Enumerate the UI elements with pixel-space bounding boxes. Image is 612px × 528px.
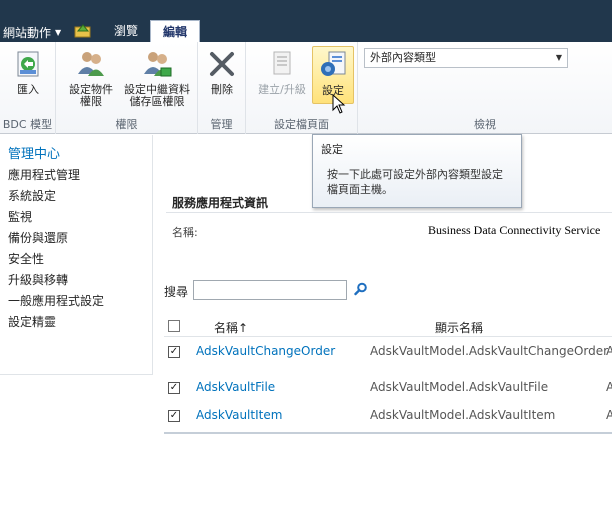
nav-item-backup-restore[interactable]: 備份與還原 <box>8 228 152 249</box>
mouse-cursor-icon <box>332 94 346 114</box>
create-upgrade-icon <box>273 51 291 75</box>
content-type-select-value: 外部內容類型 <box>370 51 436 64</box>
create-upgrade-button[interactable]: 建立/升級 <box>254 48 310 96</box>
row-display-name: AdskVaultModel.AdskVaultChangeOrder <box>370 344 609 358</box>
nav-item-general-app-settings[interactable]: 一般應用程式設定 <box>8 291 152 312</box>
row-display-name: AdskVaultModel.AdskVaultItem <box>370 408 556 422</box>
group-profile-pages: 建立/升級 設定 設定檔頁面 <box>246 42 358 134</box>
left-navigation: 管理中心 應用程式管理 系統設定 監視 備份與還原 安全性 升級與移轉 一般應用… <box>0 135 153 375</box>
group-manage: 刪除 管理 <box>198 42 246 134</box>
users-icon <box>78 52 104 76</box>
group-label-bdc-model: BDC 模型 <box>2 118 53 131</box>
group-label-view: 檢視 <box>474 118 496 131</box>
service-name-value: Business Data Connectivity Service <box>428 223 601 237</box>
nav-item-security[interactable]: 安全性 <box>8 249 152 270</box>
tab-browse-label: 瀏覽 <box>114 24 139 38</box>
row-extra: A <box>606 344 612 358</box>
divider <box>166 212 612 213</box>
group-bdc-model: 匯入 BDC 模型 <box>0 42 56 134</box>
service-name-label: 名稱: <box>172 226 198 239</box>
group-label-manage: 管理 <box>210 118 233 131</box>
row-name-link[interactable]: AdskVaultFile <box>196 380 275 394</box>
divider <box>164 336 612 337</box>
tab-browse[interactable]: 瀏覽 <box>102 21 150 42</box>
nav-item-upgrade-migration[interactable]: 升級與移轉 <box>8 270 152 291</box>
nav-item-config-wizards[interactable]: 設定精靈 <box>8 312 152 333</box>
row-checkbox[interactable]: ✓ <box>168 382 180 394</box>
delete-button[interactable]: 刪除 <box>204 48 240 96</box>
import-icon <box>17 51 39 77</box>
create-upgrade-label: 建立/升級 <box>258 83 306 96</box>
row-display-name: AdskVaultModel.AdskVaultFile <box>370 380 549 394</box>
group-label-profile-pages: 設定檔頁面 <box>274 118 329 131</box>
nav-item-application-management[interactable]: 應用程式管理 <box>8 165 152 186</box>
configure-icon <box>321 51 346 76</box>
service-info-title: 服務應用程式資訊 <box>172 196 269 210</box>
row-checkbox[interactable]: ✓ <box>168 346 180 358</box>
row-name-link[interactable]: AdskVaultChangeOrder <box>196 344 335 358</box>
nav-item-monitoring[interactable]: 監視 <box>8 207 152 228</box>
top-bar: 網站動作 ▼ 瀏覽 編輯 <box>0 0 612 42</box>
delete-label: 刪除 <box>211 83 233 96</box>
search-label: 搜尋 <box>164 285 189 299</box>
users-key-icon <box>144 52 172 77</box>
site-actions-menu[interactable]: 網站動作 ▼ <box>3 24 61 41</box>
configure-tooltip: 設定 按一下此處可設定外部內容類型設定檔頁面主機。 <box>312 134 522 208</box>
site-actions-label: 網站動作 <box>3 26 52 40</box>
set-object-permissions-label2: 權限 <box>80 95 102 108</box>
delete-icon <box>210 52 234 76</box>
set-object-permissions-button[interactable]: 設定物件 權限 <box>62 48 120 108</box>
import-button[interactable]: 匯入 <box>8 48 48 96</box>
navigate-up-icon[interactable] <box>74 22 92 38</box>
nav-item-system-settings[interactable]: 系統設定 <box>8 186 152 207</box>
group-label-permissions: 權限 <box>115 118 138 131</box>
set-metadata-store-permissions-label2: 儲存區權限 <box>129 95 185 108</box>
tooltip-title: 設定 <box>321 143 343 156</box>
tab-edit-label: 編輯 <box>163 25 188 39</box>
column-header-name[interactable]: 名稱↑ <box>214 319 248 336</box>
row-extra: A <box>606 380 612 394</box>
row-checkbox[interactable]: ✓ <box>168 410 180 422</box>
search-input[interactable] <box>193 280 347 300</box>
row-name-link[interactable]: AdskVaultItem <box>196 408 282 422</box>
chevron-down-icon: ▼ <box>555 53 562 62</box>
column-header-display-name[interactable]: 顯示名稱 <box>435 319 483 336</box>
content-type-select[interactable]: 外部內容類型 ▼ <box>364 48 568 68</box>
search-icon[interactable] <box>354 282 368 296</box>
ribbon: 匯入 BDC 模型 設定物件 權限 設定中繼資料 儲存區權限 權限 刪除 管理 … <box>0 42 612 134</box>
set-metadata-store-permissions-button[interactable]: 設定中繼資料 儲存區權限 <box>120 48 194 108</box>
import-label: 匯入 <box>17 83 39 96</box>
tooltip-body: 按一下此處可設定外部內容類型設定檔頁面主機。 <box>327 168 503 196</box>
nav-heading-central-admin[interactable]: 管理中心 <box>8 143 152 162</box>
group-permissions: 設定物件 權限 設定中繼資料 儲存區權限 權限 <box>56 42 198 134</box>
divider <box>164 432 612 434</box>
select-all-checkbox[interactable] <box>168 320 180 332</box>
row-extra: A <box>606 408 612 422</box>
tab-edit[interactable]: 編輯 <box>150 20 201 42</box>
chevron-down-icon: ▼ <box>55 28 62 37</box>
